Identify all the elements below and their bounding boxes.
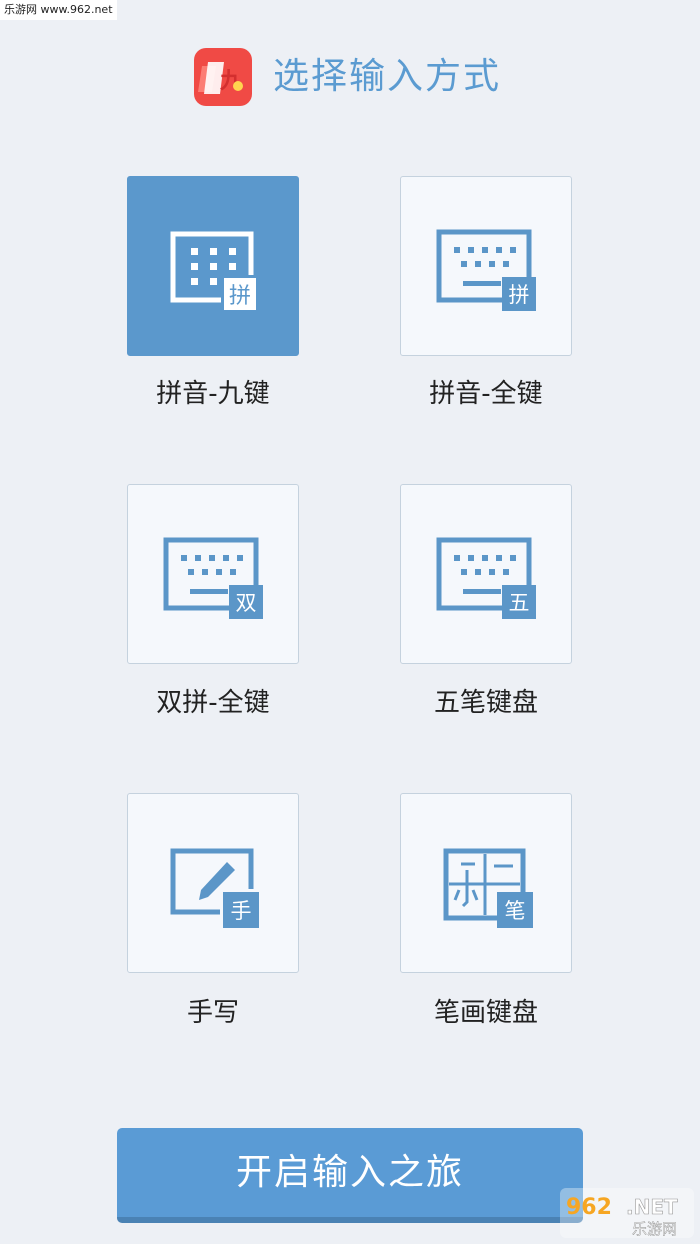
mode-label: 双拼-全键 <box>156 688 270 718</box>
mode-label: 手写 <box>186 998 239 1028</box>
mode-tile-pinyin-9key[interactable]: 拼 <box>127 176 299 356</box>
keypad-9key-icon: 拼 <box>170 231 259 313</box>
keyboard-full-icon: 双 <box>163 537 263 619</box>
page-title: 选择输入方式 <box>273 56 502 97</box>
site-watermark: 乐游网 www.962.net <box>0 0 117 20</box>
tile-badge: 手 <box>231 899 252 923</box>
mode-tile-handwriting[interactable]: 手 <box>127 793 299 973</box>
mode-label: 笔画键盘 <box>433 998 538 1028</box>
page-header: 九 选择输入方式 <box>0 48 700 108</box>
tile-badge: 五 <box>509 591 530 615</box>
mode-label: 五笔键盘 <box>433 688 538 718</box>
watermark-net: .NET <box>626 1195 678 1219</box>
mode-label: 拼音-九键 <box>156 379 270 409</box>
tile-badge: 笔 <box>505 899 526 923</box>
mode-tile-pinyin-full[interactable]: 拼 <box>400 176 572 356</box>
mode-label: 拼音-全键 <box>429 379 543 409</box>
tile-badge: 拼 <box>509 283 530 307</box>
mode-tile-wubi[interactable]: 五 <box>400 484 572 664</box>
watermark-number: 962 <box>566 1195 612 1220</box>
stroke-keyboard-icon: 笔 <box>443 848 533 928</box>
site-watermark-logo: 962 .NET 乐游网 <box>560 1188 694 1238</box>
keyboard-full-icon: 拼 <box>436 229 536 311</box>
app-logo-icon: 九 <box>194 48 252 106</box>
tile-badge: 双 <box>236 591 257 615</box>
watermark-text: 乐游网 <box>632 1220 677 1238</box>
mode-tile-stroke[interactable]: 笔 <box>400 793 572 973</box>
keyboard-full-icon: 五 <box>436 537 536 619</box>
mode-tile-shuangpin-full[interactable]: 双 <box>127 484 299 664</box>
start-input-button[interactable]: 开启输入之旅 <box>117 1128 583 1223</box>
tile-badge: 拼 <box>229 284 251 309</box>
handwriting-pencil-icon: 手 <box>170 848 259 928</box>
